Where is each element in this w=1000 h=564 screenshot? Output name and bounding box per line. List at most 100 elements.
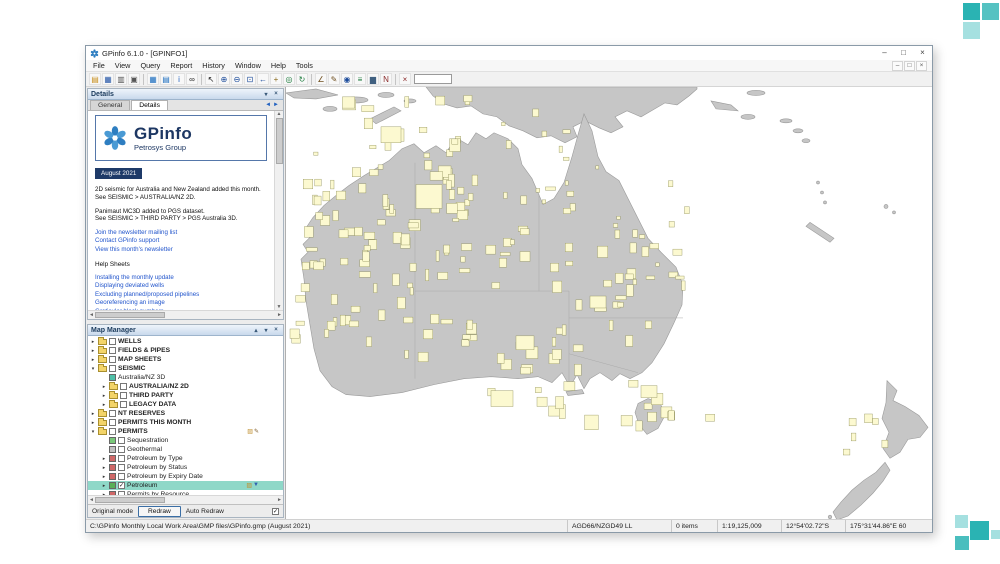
pointer-icon[interactable]: ↖ bbox=[205, 73, 217, 85]
layer-checkbox[interactable] bbox=[120, 392, 127, 399]
zoom-window-icon[interactable]: ⊡ bbox=[244, 73, 256, 85]
pan-icon[interactable]: + bbox=[270, 73, 282, 85]
expand-icon[interactable]: ▸ bbox=[90, 420, 96, 426]
scroll-thumb[interactable] bbox=[276, 118, 283, 164]
measure-icon[interactable]: ∠ bbox=[315, 73, 327, 85]
expand-icon[interactable]: ▸ bbox=[101, 393, 107, 399]
menu-window[interactable]: Window bbox=[230, 61, 266, 70]
table-view-icon[interactable]: ▦ bbox=[147, 73, 159, 85]
map-manager-header[interactable]: Map Manager ▴▾× bbox=[88, 325, 283, 336]
layer-item-petroleum-by-status[interactable]: ▸Petroleum by Status bbox=[88, 463, 283, 472]
edit-icon[interactable]: ✎ bbox=[328, 73, 340, 85]
filter-icon[interactable]: ▼ bbox=[253, 482, 259, 489]
expand-icon[interactable]: ▸ bbox=[90, 357, 96, 363]
scroll-right-arrow[interactable]: ► bbox=[277, 312, 282, 318]
layer-checkbox[interactable] bbox=[109, 338, 116, 345]
menu-view[interactable]: View bbox=[110, 61, 136, 70]
menu-help[interactable]: Help bbox=[266, 61, 291, 70]
expand-icon[interactable]: ▸ bbox=[101, 465, 107, 471]
help-sheet-link[interactable]: Installing the monthly update bbox=[95, 274, 267, 282]
layer-item-permits[interactable]: ▾PERMITS▨✎ bbox=[88, 427, 283, 436]
menu-file[interactable]: File bbox=[88, 61, 110, 70]
chart-icon[interactable]: ▆ bbox=[367, 73, 379, 85]
help-sheet-link[interactable]: Displaying deviated wells bbox=[95, 282, 267, 290]
expand-icon[interactable]: ▸ bbox=[90, 348, 96, 354]
style-icon[interactable]: ▨ bbox=[247, 428, 253, 435]
layer-checkbox[interactable] bbox=[109, 356, 116, 363]
scroll-left-arrow[interactable]: ◄ bbox=[89, 312, 94, 318]
edit-icon[interactable]: ✎ bbox=[254, 428, 259, 435]
details-link[interactable]: Contact GPinfo support bbox=[95, 237, 267, 245]
details-panel-header[interactable]: Details ▾× bbox=[88, 89, 283, 100]
layer-checkbox[interactable] bbox=[118, 437, 125, 444]
full-extent-icon[interactable]: ◎ bbox=[283, 73, 295, 85]
snap-icon[interactable]: ◉ bbox=[341, 73, 353, 85]
mdi-minimize-button[interactable]: – bbox=[892, 61, 903, 71]
menu-report[interactable]: Report bbox=[165, 61, 197, 70]
zoom-out-icon[interactable]: ⊖ bbox=[231, 73, 243, 85]
details-vertical-scrollbar[interactable]: ▲ ▼ bbox=[274, 111, 283, 310]
collapse-icon[interactable]: ▾ bbox=[90, 429, 96, 435]
expand-icon[interactable]: ▸ bbox=[90, 339, 96, 345]
scroll-thumb[interactable] bbox=[95, 497, 165, 503]
tab-details[interactable]: Details bbox=[131, 100, 168, 110]
nav-forward-icon[interactable]: ► bbox=[273, 102, 279, 108]
close-button[interactable]: × bbox=[913, 46, 932, 60]
expand-icon[interactable]: ▸ bbox=[101, 474, 107, 480]
layers-icon[interactable]: ≡ bbox=[354, 73, 366, 85]
mdi-restore-button[interactable]: □ bbox=[904, 61, 915, 71]
save-icon[interactable]: ▦ bbox=[102, 73, 114, 85]
search-icon[interactable]: ∞ bbox=[186, 73, 198, 85]
layer-item-permits-this-month[interactable]: ▸PERMITS THIS MONTH bbox=[88, 418, 283, 427]
close-view-icon[interactable]: × bbox=[399, 73, 411, 85]
expand-icon[interactable]: ▸ bbox=[101, 456, 107, 462]
list-view-icon[interactable]: ▤ bbox=[160, 73, 172, 85]
help-sheet-link[interactable]: Excluding planned/proposed pipelines bbox=[95, 291, 267, 299]
layer-item-australia-nz-2d[interactable]: ▸AUSTRALIA/NZ 2D bbox=[88, 382, 283, 391]
tab-general[interactable]: General bbox=[90, 100, 130, 110]
layer-checkbox[interactable] bbox=[118, 455, 125, 462]
layer-checkbox[interactable] bbox=[109, 347, 116, 354]
layer-item-petroleum-by-type[interactable]: ▸Petroleum by Type bbox=[88, 454, 283, 463]
layer-checkbox[interactable] bbox=[120, 383, 127, 390]
layer-checkbox[interactable]: ✓ bbox=[118, 482, 125, 489]
layer-checkbox[interactable] bbox=[109, 428, 116, 435]
maximize-button[interactable]: □ bbox=[894, 46, 913, 60]
layer-checkbox[interactable] bbox=[118, 446, 125, 453]
expand-icon[interactable]: ▸ bbox=[101, 483, 107, 489]
layer-item-legacy-data[interactable]: ▸LEGACY DATA bbox=[88, 400, 283, 409]
scroll-left-arrow[interactable]: ◄ bbox=[89, 497, 94, 503]
layer-item-geothermal[interactable]: Geothermal bbox=[88, 445, 283, 454]
print-icon[interactable]: ▥ bbox=[115, 73, 127, 85]
zoom-previous-icon[interactable]: ← bbox=[257, 73, 269, 85]
minimize-button[interactable]: – bbox=[875, 46, 894, 60]
details-link[interactable]: View this month's newsletter bbox=[95, 246, 267, 254]
close-icon[interactable]: × bbox=[272, 327, 280, 334]
scroll-thumb[interactable] bbox=[95, 312, 165, 318]
tree-horizontal-scrollbar[interactable]: ◄ ► bbox=[88, 495, 283, 504]
menu-query[interactable]: Query bbox=[135, 61, 165, 70]
close-icon[interactable]: × bbox=[272, 91, 280, 98]
layer-checkbox[interactable] bbox=[109, 365, 116, 372]
scroll-up-icon[interactable]: ▴ bbox=[252, 327, 260, 334]
scroll-right-arrow[interactable]: ► bbox=[277, 497, 282, 503]
auto-redraw-checkbox[interactable]: ✓ bbox=[272, 508, 279, 515]
menu-tools[interactable]: Tools bbox=[291, 61, 318, 70]
mdi-close-button[interactable]: × bbox=[916, 61, 927, 71]
refresh-icon[interactable]: ↻ bbox=[296, 73, 308, 85]
layer-item-petroleum-by-expiry-date[interactable]: ▸Petroleum by Expiry Date bbox=[88, 472, 283, 481]
layer-item-sequestration[interactable]: Sequestration bbox=[88, 436, 283, 445]
details-link[interactable]: Join the newsletter mailing list bbox=[95, 229, 267, 237]
nav-back-icon[interactable]: ◄ bbox=[265, 102, 271, 108]
layer-item-seismic[interactable]: ▾SEISMIC bbox=[88, 364, 283, 373]
redraw-button[interactable]: Redraw bbox=[138, 506, 181, 517]
layer-checkbox[interactable] bbox=[109, 410, 116, 417]
expand-icon[interactable]: ▸ bbox=[101, 384, 107, 390]
expand-icon[interactable]: ▸ bbox=[101, 402, 107, 408]
layer-checkbox[interactable] bbox=[120, 401, 127, 408]
layer-item-petroleum[interactable]: ▸✓Petroleum▨▼ bbox=[88, 481, 283, 490]
layer-item-map-sheets[interactable]: ▸MAP SHEETS bbox=[88, 355, 283, 364]
layer-item-nt-reserves[interactable]: ▸NT RESERVES bbox=[88, 409, 283, 418]
copy-icon[interactable]: ▣ bbox=[128, 73, 140, 85]
dock-icon[interactable]: ▾ bbox=[262, 327, 270, 334]
